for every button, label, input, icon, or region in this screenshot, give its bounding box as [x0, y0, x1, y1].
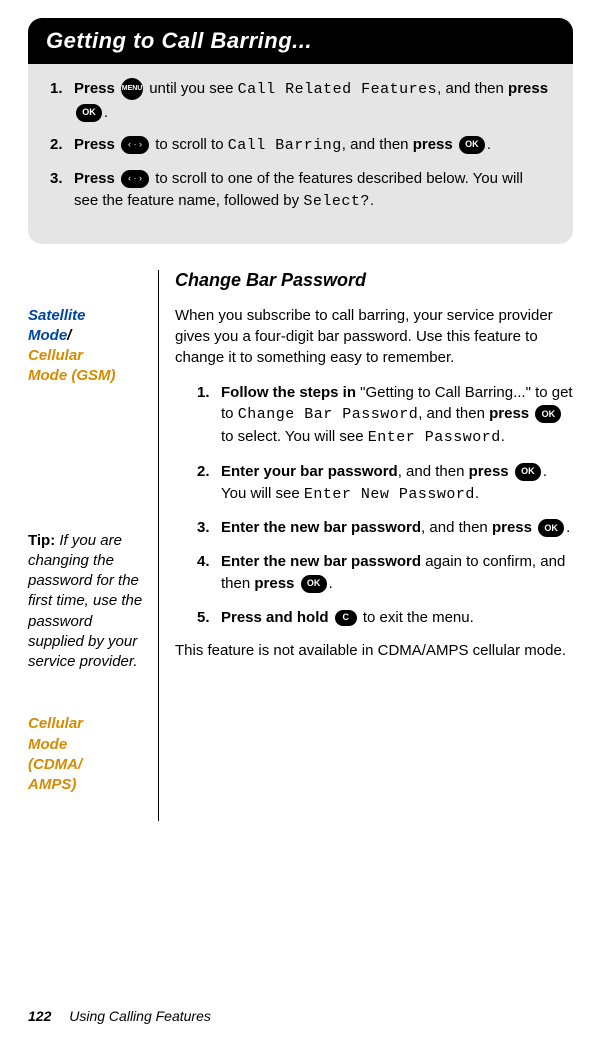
lcd-text: Call Related Features [238, 81, 438, 98]
mode-separator: / [67, 327, 71, 344]
main-step-2: 2. Enter your bar password, and then pre… [197, 461, 573, 506]
step-number: 1. [50, 78, 74, 124]
step-text: , and then [418, 405, 489, 422]
mode-cellular-cdma: AMPS) [28, 776, 76, 793]
c-icon: C [335, 610, 357, 626]
step-text: press [492, 519, 532, 536]
main-step-3: 3. Enter the new bar password, and then … [197, 517, 573, 539]
step-number: 2. [50, 134, 74, 158]
step-text: . [329, 575, 333, 592]
step-number: 2. [197, 461, 221, 506]
navigation-steps-box: 1. Press MENU until you see Call Related… [28, 64, 573, 244]
mode-satellite: Satellite [28, 307, 86, 324]
mode-satellite: Mode [28, 327, 67, 344]
step-text: Follow the steps in [221, 384, 356, 401]
sidebar: Satellite Mode/ Cellular Mode (GSM) Tip:… [28, 270, 158, 822]
main-step-4: 4. Enter the new bar password again to c… [197, 551, 573, 595]
step-number: 4. [197, 551, 221, 595]
page-number: 122 [28, 1008, 51, 1024]
main-content: Change Bar Password When you subscribe t… [158, 270, 573, 822]
step-number: 3. [197, 517, 221, 539]
lcd-text: Select? [303, 193, 370, 210]
scroll-icon: ‹ · › [121, 136, 149, 154]
step-text: Press [74, 170, 115, 187]
main-step-1: 1. Follow the steps in "Getting to Call … [197, 382, 573, 449]
step-text: press [413, 136, 453, 153]
chapter-name: Using Calling Features [69, 1008, 211, 1024]
step-text: Enter the new bar password [221, 553, 421, 570]
mode-cellular-cdma: (CDMA/ [28, 756, 82, 773]
menu-icon: MENU [121, 78, 143, 100]
mode-cellular-cdma: Cellular [28, 715, 83, 732]
scroll-icon: ‹ · › [121, 170, 149, 188]
mode-label-cdma: Cellular Mode (CDMA/ AMPS) [28, 714, 144, 795]
step-number: 1. [197, 382, 221, 449]
step-text: press [469, 463, 509, 480]
tip-label: Tip: [28, 532, 55, 549]
grey-step-3: 3. Press ‹ · › to scroll to one of the f… [50, 168, 551, 214]
step-text: . [487, 136, 491, 153]
section-banner: Getting to Call Barring... [28, 18, 573, 64]
cdma-note: This feature is not available in CDMA/AM… [175, 640, 573, 661]
mode-cellular-gsm: Mode (GSM) [28, 367, 116, 384]
subsection-title: Change Bar Password [175, 270, 573, 291]
tip-block: Tip: If you are changing the password fo… [28, 531, 144, 673]
step-text: , and then [421, 519, 492, 536]
mode-cellular-gsm: Cellular [28, 347, 83, 364]
ok-icon: OK [301, 575, 327, 593]
step-text: , and then [398, 463, 469, 480]
ok-icon: OK [76, 104, 102, 122]
ok-icon: OK [515, 463, 541, 481]
page-footer: 122 Using Calling Features [28, 1008, 211, 1024]
step-text: . [566, 519, 570, 536]
step-text: Press [74, 136, 115, 153]
grey-step-2: 2. Press ‹ · › to scroll to Call Barring… [50, 134, 551, 158]
step-text: to scroll to [151, 136, 228, 153]
step-text: Press [74, 80, 115, 97]
step-number: 3. [50, 168, 74, 214]
step-text: , and then [342, 136, 413, 153]
step-text: , and then [437, 80, 508, 97]
step-text: Enter your bar password [221, 463, 398, 480]
step-text: . [501, 428, 505, 445]
step-text: press [254, 575, 294, 592]
lcd-text: Enter Password [368, 429, 501, 446]
mode-cellular-cdma: Mode [28, 736, 67, 753]
lcd-text: Enter New Password [304, 486, 475, 503]
step-text: until you see [145, 80, 238, 97]
step-text: to exit the menu. [359, 609, 474, 626]
grey-step-1: 1. Press MENU until you see Call Related… [50, 78, 551, 124]
main-step-5: 5. Press and hold C to exit the menu. [197, 607, 573, 629]
lcd-text: Change Bar Password [238, 406, 419, 423]
ok-icon: OK [535, 405, 561, 423]
mode-label-sat-gsm: Satellite Mode/ Cellular Mode (GSM) [28, 306, 144, 387]
step-text: press [508, 80, 548, 97]
step-text: . [475, 485, 479, 502]
tip-body: If you are changing the password for the… [28, 532, 142, 671]
ok-icon: OK [538, 519, 564, 537]
step-text: . [370, 192, 374, 209]
step-text: Enter the new bar password [221, 519, 421, 536]
step-text: . [104, 104, 108, 121]
intro-paragraph: When you subscribe to call barring, your… [175, 305, 573, 368]
lcd-text: Call Barring [228, 137, 342, 154]
step-text: to select. You will see [221, 428, 368, 445]
ok-icon: OK [459, 136, 485, 154]
step-text: Press and hold [221, 609, 329, 626]
step-text: press [489, 405, 529, 422]
step-number: 5. [197, 607, 221, 629]
